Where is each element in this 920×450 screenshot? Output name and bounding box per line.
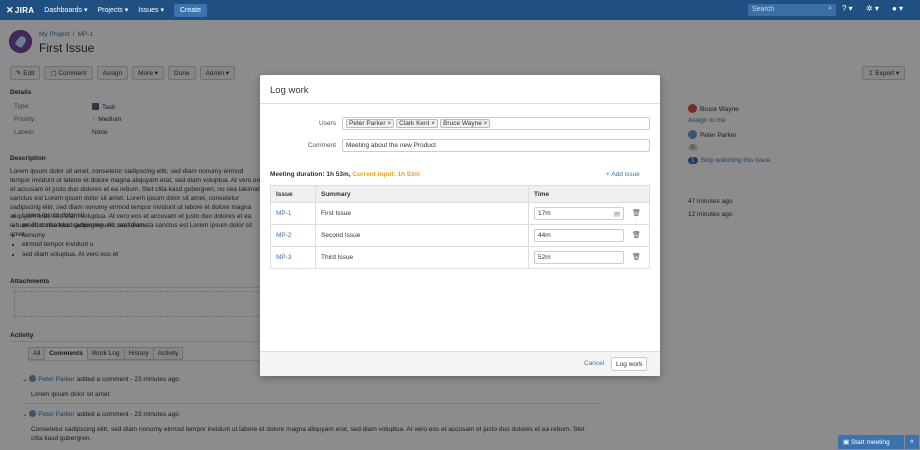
help-icon[interactable]: ? ▾	[842, 4, 853, 13]
user-avatar-icon[interactable]: ● ▾	[892, 4, 903, 13]
remove-tag-icon[interactable]: ×	[431, 120, 435, 127]
remove-tag-icon[interactable]: ×	[387, 120, 391, 127]
nav-issues[interactable]: Issues ▾	[138, 6, 164, 14]
users-label: Users	[319, 120, 336, 127]
trash-icon[interactable]: 🗑	[632, 253, 641, 261]
create-button[interactable]: Create	[173, 3, 207, 17]
cancel-button[interactable]: Cancel	[584, 360, 604, 367]
nav-dashboards-label: Dashboards	[44, 7, 83, 14]
time-value: 17m	[538, 210, 551, 217]
start-meeting-label: Start meeting	[850, 438, 890, 446]
trash-icon[interactable]: 🗑	[632, 209, 641, 217]
add-issue-button[interactable]: + Add issue	[606, 171, 640, 178]
nav-dashboards[interactable]: Dashboards ▾	[44, 6, 87, 14]
collapse-panel-icon[interactable]: «	[905, 435, 919, 449]
gear-icon[interactable]: ✲ ▾	[866, 4, 879, 13]
table-row: MP-2 Second Issue 44m 🗑	[270, 224, 650, 247]
issue-key-link[interactable]: MP-2	[270, 224, 316, 247]
user-tag-label: Bruce Wayne	[443, 120, 482, 127]
comment-label: Comment	[307, 142, 336, 149]
time-value: 52m	[538, 254, 551, 261]
current-input-text: Current input: 1h 53m	[352, 171, 420, 178]
time-value: 44m	[538, 232, 551, 239]
logo-text: JIRA	[14, 5, 35, 15]
table-row: MP-1 First Issue 17m ▤ 🗑	[270, 202, 650, 225]
time-cell: 44m 🗑	[528, 224, 650, 247]
issue-key-link[interactable]: MP-3	[270, 246, 316, 269]
users-field[interactable]: Peter Parker × Clark Kent × Bruce Wayne …	[342, 117, 650, 130]
dialog-title: Log work	[270, 85, 309, 96]
nav-projects-label: Projects	[97, 7, 123, 14]
user-tag: Clark Kent ×	[396, 119, 439, 128]
issue-key-link[interactable]: MP-1	[270, 202, 316, 225]
log-work-dialog: Log work Users Peter Parker × Clark Kent…	[260, 75, 660, 376]
user-tag-label: Clark Kent	[399, 120, 430, 127]
search-icon: ⌕	[828, 5, 832, 12]
jira-logo-icon: ✕	[6, 4, 14, 15]
divider	[260, 103, 660, 104]
time-cell: 17m ▤ 🗑	[528, 202, 650, 225]
time-cell: 52m 🗑	[528, 246, 650, 269]
column-header-issue: Issue	[270, 185, 316, 203]
start-meeting-button[interactable]: ▣ Start meeting	[838, 435, 904, 449]
calendar-icon: ▤	[613, 210, 620, 218]
time-input[interactable]: 52m	[534, 251, 624, 264]
nav-issues-label: Issues	[138, 7, 159, 14]
column-header-time: Time	[528, 185, 650, 203]
log-work-button[interactable]: Log work	[611, 357, 648, 371]
issue-summary: First Issue	[315, 202, 529, 225]
meeting-duration: Meeting duration: 1h 53m, Current input:…	[270, 171, 420, 178]
remove-tag-icon[interactable]: ×	[484, 120, 488, 127]
add-issue-label: Add issue	[611, 171, 640, 178]
jira-logo[interactable]: ✕ JIRA	[6, 5, 34, 16]
trash-icon[interactable]: 🗑	[632, 231, 641, 239]
dialog-footer: Cancel Log work	[260, 351, 660, 376]
top-nav: ✕ JIRA Dashboards ▾ Projects ▾ Issues ▾ C…	[0, 0, 920, 20]
worklog-table: Issue Summary Time MP-1 First Issue 17m ▤…	[270, 185, 650, 269]
nav-projects[interactable]: Projects ▾	[98, 6, 129, 14]
comment-field[interactable]: Meeting about the new Product	[342, 139, 650, 152]
table-row: MP-3 Third Issue 52m 🗑	[270, 246, 650, 269]
search-input[interactable]: Search ⌕	[748, 4, 836, 16]
time-input[interactable]: 17m ▤	[534, 207, 624, 220]
user-tag: Bruce Wayne ×	[440, 119, 491, 128]
meeting-icon: ▣	[843, 439, 851, 446]
issue-summary: Second Issue	[315, 224, 529, 247]
user-tag: Peter Parker ×	[346, 119, 395, 128]
time-input[interactable]: 44m	[534, 229, 624, 242]
user-tag-label: Peter Parker	[349, 120, 386, 127]
column-header-summary: Summary	[315, 185, 529, 203]
search-placeholder: Search	[752, 6, 775, 13]
table-header: Issue Summary Time	[270, 185, 650, 203]
issue-summary: Third Issue	[315, 246, 529, 269]
meeting-duration-text: Meeting duration: 1h 53m,	[270, 171, 351, 178]
